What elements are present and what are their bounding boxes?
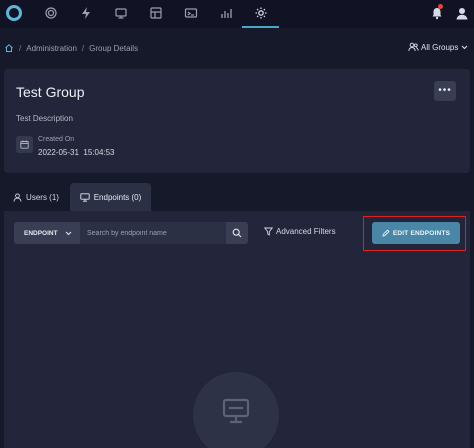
endpoints-panel: ENDPOINT Advanced Filters EDIT ENDPOINTS [4, 211, 470, 448]
monitor-icon [221, 396, 251, 426]
advanced-filters-label: Advanced Filters [276, 227, 336, 236]
users-group-icon [408, 42, 421, 52]
endpoint-filter-dropdown[interactable]: ENDPOINT [14, 222, 80, 244]
notification-dot [438, 4, 443, 9]
gear-icon[interactable] [254, 6, 268, 20]
edit-endpoints-button[interactable]: EDIT ENDPOINTS [372, 222, 460, 244]
terminal-icon[interactable] [184, 6, 198, 20]
breadcrumb-group-details: Group Details [89, 43, 139, 53]
breadcrumb: / Administration / Group Details [4, 42, 138, 54]
search-icon [232, 228, 242, 238]
search-button[interactable] [226, 222, 248, 244]
edit-endpoints-label: EDIT ENDPOINTS [392, 229, 451, 237]
dashboard-icon[interactable] [149, 6, 163, 20]
filter-icon [264, 227, 276, 236]
chart-icon[interactable] [219, 6, 233, 20]
breadcrumb-separator: / [19, 43, 22, 53]
active-nav-indicator [242, 26, 279, 28]
monitor-icon[interactable] [114, 6, 128, 20]
app-logo[interactable] [5, 4, 23, 22]
tab-users-label: Users (1) [26, 192, 59, 202]
top-nav [0, 0, 474, 28]
home-icon[interactable] [4, 43, 14, 53]
breadcrumb-separator: / [81, 43, 85, 53]
empty-state-illustration [193, 372, 279, 448]
chevron-down-icon [58, 231, 72, 236]
tab-users[interactable]: Users (1) [4, 183, 68, 211]
lightning-icon[interactable] [79, 6, 93, 20]
created-on-label: Created On [38, 136, 75, 143]
breadcrumb-administration[interactable]: Administration [26, 44, 77, 53]
endpoint-search-input[interactable] [80, 222, 226, 244]
created-on-value: 2022-05-31 15:04:53 [38, 148, 115, 157]
group-title: Test Group [16, 84, 85, 100]
advanced-filters-button[interactable]: Advanced Filters [264, 227, 336, 236]
user-avatar-icon[interactable] [455, 6, 469, 20]
monitor-icon [80, 192, 94, 202]
target-icon[interactable] [44, 6, 58, 20]
all-groups-label: All Groups [421, 42, 459, 52]
pencil-icon [382, 229, 393, 237]
tab-endpoints-label: Endpoints (0) [93, 192, 142, 202]
all-groups-dropdown[interactable]: All Groups [408, 42, 470, 52]
more-options-button[interactable]: ••• [434, 81, 456, 101]
group-description: Test Description [16, 114, 73, 123]
calendar-icon [16, 136, 33, 153]
tab-endpoints[interactable]: Endpoints (0) [70, 183, 151, 211]
chevron-down-icon [461, 45, 470, 50]
filter-field-label: ENDPOINT [24, 229, 58, 237]
group-details-card: Test Group Test Description ••• Created … [4, 69, 470, 173]
user-icon [13, 192, 26, 202]
